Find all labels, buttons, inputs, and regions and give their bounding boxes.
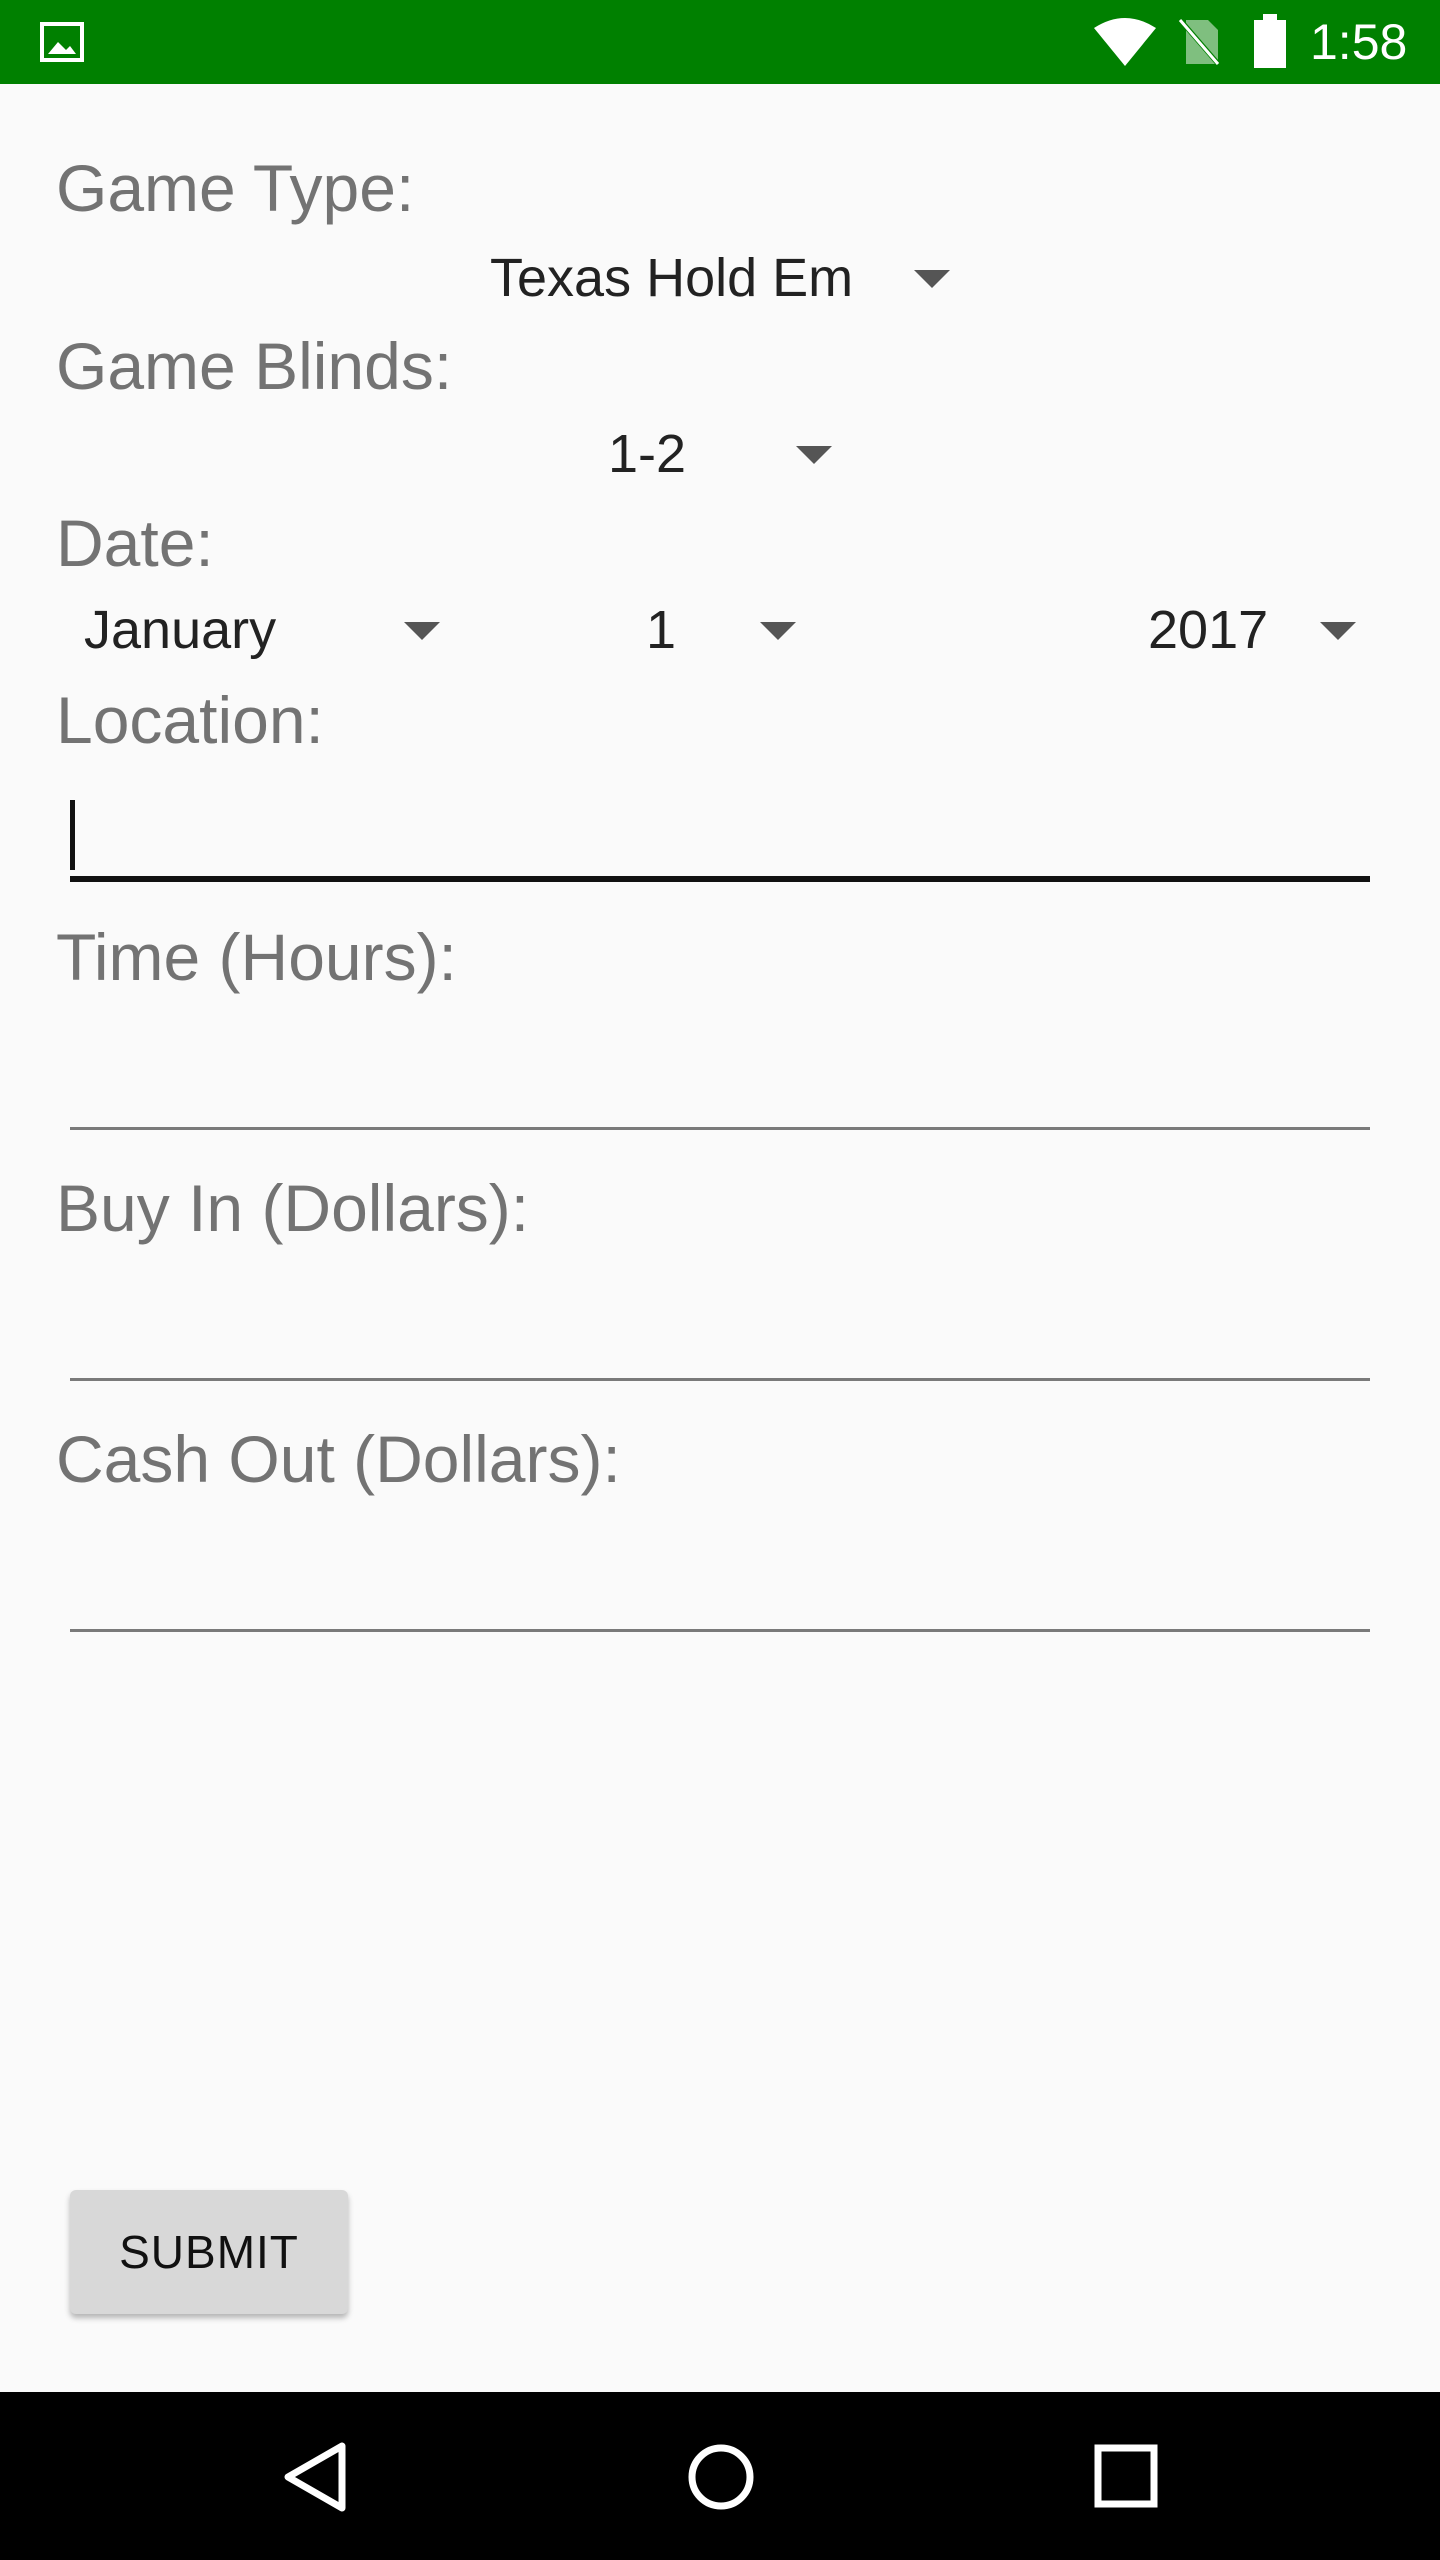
location-label: Location: bbox=[56, 683, 324, 757]
month-spinner[interactable]: January bbox=[84, 590, 454, 670]
time-hours-input[interactable] bbox=[70, 1020, 1370, 1130]
game-blinds-label: Game Blinds: bbox=[56, 329, 453, 403]
year-value: 2017 bbox=[1148, 600, 1269, 660]
chevron-down-icon bbox=[760, 622, 796, 640]
day-value: 1 bbox=[646, 600, 677, 660]
submit-button[interactable]: SUBMIT bbox=[70, 2190, 348, 2314]
chevron-down-icon bbox=[914, 270, 950, 288]
navigation-bar bbox=[0, 2392, 1440, 2560]
game-type-value: Texas Hold Em bbox=[490, 248, 854, 308]
recents-icon[interactable] bbox=[1092, 2442, 1162, 2512]
image-icon bbox=[40, 22, 84, 62]
day-spinner[interactable]: 1 bbox=[646, 590, 816, 670]
status-time: 1:58 bbox=[1310, 14, 1408, 70]
chevron-down-icon bbox=[404, 622, 440, 640]
game-type-label: Game Type: bbox=[56, 151, 415, 225]
battery-icon bbox=[1254, 14, 1286, 68]
game-type-spinner[interactable]: Texas Hold Em bbox=[490, 238, 970, 318]
wifi-icon bbox=[1094, 18, 1156, 66]
status-bar: 1:58 bbox=[0, 0, 1440, 84]
location-input[interactable] bbox=[70, 780, 1370, 880]
date-label: Date: bbox=[56, 506, 214, 580]
month-value: January bbox=[84, 600, 277, 660]
chevron-down-icon bbox=[1320, 622, 1356, 640]
no-sim-icon bbox=[1178, 19, 1222, 68]
cash-out-input[interactable] bbox=[70, 1520, 1370, 1630]
time-hours-label: Time (Hours): bbox=[56, 920, 457, 994]
buy-in-label: Buy In (Dollars): bbox=[56, 1171, 530, 1245]
location-underline bbox=[70, 876, 1370, 882]
text-cursor bbox=[70, 800, 75, 870]
game-blinds-value: 1-2 bbox=[608, 424, 687, 484]
game-blinds-spinner[interactable]: 1-2 bbox=[608, 414, 848, 494]
buy-in-input[interactable] bbox=[70, 1270, 1370, 1380]
buy-in-underline bbox=[70, 1378, 1370, 1381]
time-hours-underline bbox=[70, 1127, 1370, 1130]
year-spinner[interactable]: 2017 bbox=[1148, 590, 1368, 670]
cash-out-label: Cash Out (Dollars): bbox=[56, 1422, 621, 1496]
home-icon[interactable] bbox=[686, 2440, 756, 2514]
back-icon[interactable] bbox=[280, 2440, 350, 2514]
chevron-down-icon bbox=[796, 446, 832, 464]
cash-out-underline bbox=[70, 1629, 1370, 1632]
